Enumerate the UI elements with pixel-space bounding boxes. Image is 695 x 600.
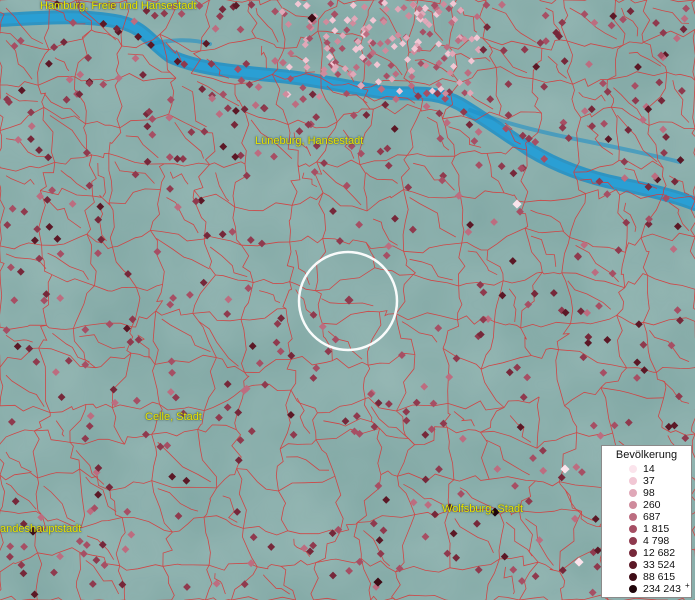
legend-title: Bevölkerung [615,449,678,461]
legend-row: 98 [602,487,691,499]
city-label-lueneburg[interactable]: Lüneburg, Hansestadt [255,135,363,147]
legend-row: 687 [602,511,691,523]
legend-dot-icon [629,549,637,557]
legend-value: 37 [643,475,655,487]
population-legend: Bevölkerung 14 37 98 260 687 1 815 4 798 12 682… [601,445,692,598]
legend-value: 687 [643,511,661,523]
legend-dot-icon [629,537,637,545]
legend-row: 260 [602,499,691,511]
legend-suffix: + [685,581,690,590]
legend-row: 12 682 [602,547,691,559]
legend-row: 1 815 [602,523,691,535]
legend-value: 88 615 [643,571,676,583]
legend-value: 4 798 [643,535,670,547]
legend-row: 234 243 + [602,581,691,595]
legend-dot-icon [629,525,637,533]
legend-dot-icon [629,501,637,509]
legend-value: 98 [643,487,655,499]
legend-value: 260 [643,499,661,511]
legend-dot-icon [629,465,637,473]
legend-row: 88 615 [602,571,691,583]
legend-value: 1 815 [643,523,670,535]
legend-dot-icon [629,513,637,521]
legend-row: 14 [602,463,691,475]
city-label-wolfsburg[interactable]: Wolfsburg, Stadt [442,503,523,515]
map-canvas[interactable] [0,0,695,600]
legend-classes: 14 37 98 260 687 1 815 4 798 12 682 33 524 88 615… [602,463,691,595]
city-label-hannover[interactable]: andeshauptstadt [0,523,81,535]
legend-dot-icon [629,573,637,581]
legend-value: 234 243 [643,583,681,595]
legend-value: 14 [643,463,655,475]
legend-row: 37 [602,475,691,487]
legend-dot-icon [629,561,637,569]
legend-value: 33 524 [643,559,676,571]
legend-row: 33 524 [602,559,691,571]
legend-row: 4 798 [602,535,691,547]
city-label-celle[interactable]: Celle, Stadt [145,411,202,423]
map-view[interactable]: Hamburg, Freie und Hansestadt Lüneburg, … [0,0,695,600]
legend-dot-icon [629,477,637,485]
legend-dot-icon [629,585,637,593]
city-label-hamburg[interactable]: Hamburg, Freie und Hansestadt [40,0,197,12]
legend-value: 12 682 [643,547,676,559]
legend-dot-icon [629,489,637,497]
